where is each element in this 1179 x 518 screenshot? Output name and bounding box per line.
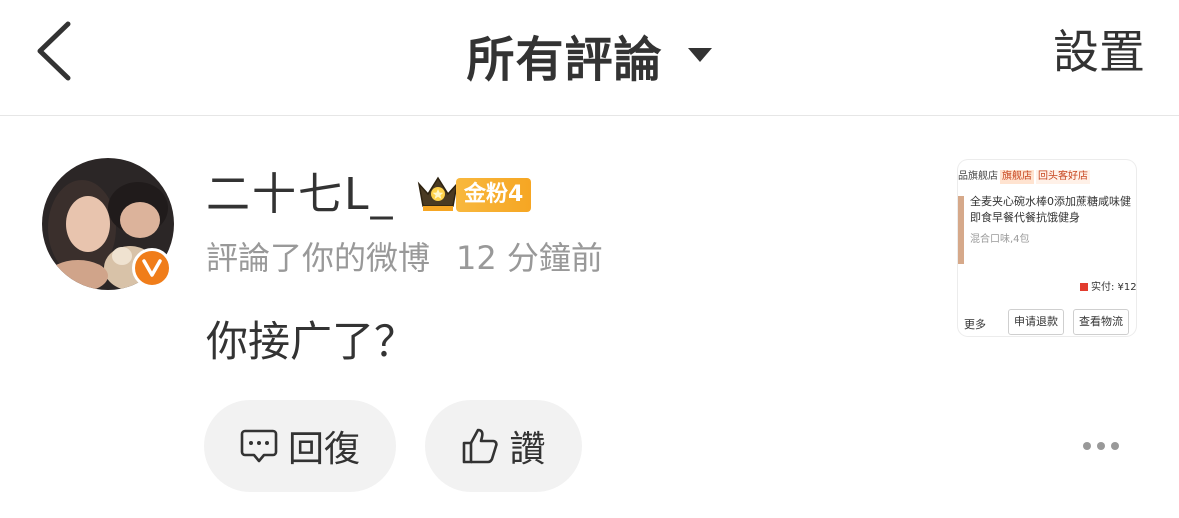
fan-level-badge: 金粉4 xyxy=(456,178,532,212)
page-title: 所有評論 xyxy=(466,32,663,88)
settings-button[interactable]: 設置 xyxy=(1053,24,1145,80)
post-thumbnail[interactable]: 品旗舰店 旗舰店 回头客好店 全麦夹心碗水棒0添加蔗糖咸味健 即食早餐代餐抗饿健身 … xyxy=(958,160,1136,336)
verified-badge xyxy=(132,248,172,288)
thumbnail-variant: 混合口味,4包 xyxy=(970,234,1030,245)
thumbnail-store-tag: 旗舰店 xyxy=(1000,170,1034,184)
thumbnail-store-name: 品旗舰店 xyxy=(958,171,998,182)
thumbnail-more: 更多 xyxy=(964,318,986,331)
top-navigation-bar: 所有評論 設置 xyxy=(0,0,1179,116)
thumbnail-product-image xyxy=(958,196,964,264)
comment-body: 你接广了？ xyxy=(206,317,417,366)
comment-filter-dropdown[interactable]: 所有評論 xyxy=(466,20,712,90)
like-button[interactable]: 讚 xyxy=(425,400,582,492)
caret-down-icon xyxy=(687,48,712,62)
reply-label: 回復 xyxy=(287,429,360,470)
comment-icon xyxy=(240,429,278,463)
thumbnail-logistics-button: 查看物流 xyxy=(1073,309,1129,335)
thumbnail-product-line1: 全麦夹心碗水棒0添加蔗糖咸味健 xyxy=(970,195,1131,208)
thumbnail-paid-label: 实付: ¥12 xyxy=(1091,282,1136,293)
crown-icon xyxy=(417,176,459,211)
thumbnail-product-line2: 即食早餐代餐抗饿健身 xyxy=(970,211,1080,224)
back-button[interactable] xyxy=(30,20,80,82)
thumbnail-refund-button: 申请退款 xyxy=(1008,309,1064,335)
like-label: 讚 xyxy=(509,429,546,470)
thumbs-up-icon xyxy=(463,428,499,464)
comment-meta: 評論了你的微博 12 分鐘前 xyxy=(206,236,603,280)
thumbnail-product-title: 全麦夹心碗水棒0添加蔗糖咸味健 即食早餐代餐抗饿健身 xyxy=(970,194,1136,226)
commenter-username[interactable]: 二十七L_ xyxy=(206,168,395,222)
payment-icon xyxy=(1080,283,1088,291)
more-dots-icon[interactable] xyxy=(1078,432,1124,460)
thumbnail-paid: 实付: ¥12 xyxy=(1080,278,1136,293)
thumbnail-store-line: 品旗舰店 旗舰店 回头客好店 xyxy=(958,170,1090,184)
reply-button[interactable]: 回復 xyxy=(204,400,396,492)
timestamp: 12 分鐘前 xyxy=(456,239,603,277)
chevron-left-icon xyxy=(37,21,71,81)
action-text: 評論了你的微博 xyxy=(206,239,431,277)
thumbnail-store-tag2: 回头客好店 xyxy=(1036,170,1090,184)
verified-v-icon xyxy=(142,259,162,277)
